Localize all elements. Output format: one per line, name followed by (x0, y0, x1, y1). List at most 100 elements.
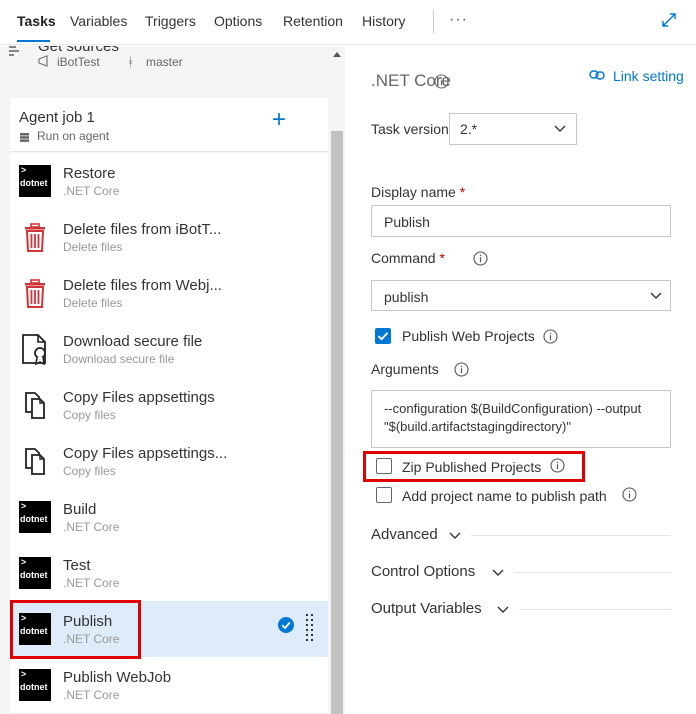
dotnet-icon: > dotnet (19, 501, 51, 533)
task-version-select[interactable]: 2.* (449, 113, 577, 145)
link-icon (589, 70, 605, 80)
scrollbar-thumb[interactable] (331, 131, 343, 714)
tab-history[interactable]: History (362, 13, 406, 29)
branch-icon: ᚼ (127, 55, 135, 69)
command-select[interactable]: publish (371, 280, 671, 311)
tab-active-indicator (17, 40, 50, 42)
copy-files-icon (25, 392, 45, 419)
publish-web-projects-checkbox[interactable] (375, 328, 391, 344)
check-circle-icon (278, 617, 294, 633)
required-marker: * (459, 184, 466, 200)
display-name-label-text: Display name (371, 184, 456, 200)
copy-files-icon (25, 448, 45, 475)
section-divider (519, 609, 671, 610)
dotnet-icon: > dotnet (19, 165, 51, 197)
required-marker: * (439, 250, 445, 266)
display-name-input[interactable]: Publish (371, 205, 671, 237)
display-name-value: Publish (384, 214, 430, 230)
info-icon[interactable] (543, 329, 558, 344)
info-icon[interactable] (434, 74, 449, 89)
dotnet-text: dotnet (20, 682, 48, 692)
dotnet-text: dotnet (20, 178, 48, 188)
section-output-variables[interactable]: Output Variables (371, 600, 482, 617)
command-label-text: Command (371, 250, 436, 266)
chevron-down-icon (554, 125, 566, 132)
repo-icon (38, 55, 48, 67)
more-options-icon[interactable]: ··· (449, 11, 468, 29)
section-advanced[interactable]: Advanced (371, 526, 438, 543)
link-settings-link[interactable]: Link setting (613, 68, 684, 84)
section-control-options[interactable]: Control Options (371, 563, 475, 580)
tab-options[interactable]: Options (214, 13, 262, 29)
task-pane: Get sources iBotTest ᚼ master Agent job … (0, 46, 345, 714)
dotnet-chevron: > (21, 669, 27, 679)
task-subtitle: .NET Core (63, 576, 120, 590)
publish-web-projects-label: Publish Web Projects (402, 328, 535, 344)
command-label: Command * (371, 250, 445, 266)
task-title: Publish WebJob (63, 669, 172, 686)
arguments-value: --configuration $(BuildConfiguration) --… (384, 401, 642, 434)
task-item-delete-ibot[interactable]: Delete files from iBotT... Delete files (10, 209, 328, 265)
get-sources-branch: master (146, 55, 183, 69)
chevron-down-icon (650, 292, 662, 299)
task-subtitle: .NET Core (63, 688, 120, 702)
task-item-copy-files-1[interactable]: Copy Files appsettings Copy files (10, 377, 328, 433)
tab-retention[interactable]: Retention (283, 13, 343, 29)
task-subtitle: Delete files (63, 240, 123, 254)
secure-file-icon (22, 334, 46, 365)
expand-icon[interactable] (661, 12, 677, 28)
task-subtitle: .NET Core (63, 520, 120, 534)
dotnet-chevron: > (21, 501, 27, 511)
task-item-build[interactable]: > dotnet Build .NET Core (10, 489, 328, 545)
nav-divider (433, 10, 434, 34)
dotnet-chevron: > (21, 557, 27, 567)
command-value: publish (384, 289, 429, 305)
agent-job[interactable]: Agent job 1 Run on agent + (10, 98, 328, 152)
tab-triggers[interactable]: Triggers (145, 13, 196, 29)
get-sources-item[interactable]: Get sources iBotTest ᚼ master (0, 46, 330, 96)
dotnet-icon: > dotnet (19, 669, 51, 701)
dotnet-chevron: > (21, 165, 27, 175)
drag-handle-icon[interactable] (306, 613, 314, 643)
dotnet-text: dotnet (20, 514, 48, 524)
task-item-restore[interactable]: > dotnet Restore .NET Core (10, 153, 328, 209)
scroll-up-arrow[interactable] (333, 52, 341, 57)
publish-task-highlight (10, 600, 141, 659)
agent-job-subtitle: Run on agent (37, 129, 110, 143)
tab-variables[interactable]: Variables (70, 13, 127, 29)
task-title: Test (63, 557, 91, 574)
arguments-textarea[interactable]: --configuration $(BuildConfiguration) --… (371, 390, 671, 448)
task-item-copy-files-2[interactable]: Copy Files appsettings... Copy files (10, 433, 328, 489)
task-item-download-secure-file[interactable]: Download secure file Download secure fil… (10, 321, 328, 377)
chevron-down-icon[interactable] (497, 606, 509, 614)
get-sources-title: Get sources (38, 46, 119, 55)
task-item-test[interactable]: > dotnet Test .NET Core (10, 545, 328, 601)
task-subtitle: Copy files (63, 464, 116, 478)
task-item-publish-webjob[interactable]: > dotnet Publish WebJob .NET Core (10, 657, 328, 713)
task-title: Delete files from Webj... (63, 277, 222, 294)
add-task-button[interactable]: + (272, 108, 286, 132)
section-divider (514, 572, 671, 573)
chevron-down-icon[interactable] (492, 569, 504, 577)
task-subtitle: Delete files (63, 296, 123, 310)
task-subtitle: Copy files (63, 408, 116, 422)
get-sources-icon (9, 46, 19, 56)
dotnet-icon: > dotnet (19, 557, 51, 589)
dotnet-text: dotnet (20, 570, 48, 580)
add-project-name-checkbox[interactable] (376, 487, 392, 503)
task-version-label: Task version (371, 121, 449, 137)
info-icon[interactable] (454, 362, 469, 377)
task-subtitle: Download secure file (63, 352, 175, 366)
task-subtitle: .NET Core (63, 184, 120, 198)
task-title: Restore (63, 165, 116, 182)
top-nav: Tasks Variables Triggers Options Retenti… (0, 0, 696, 45)
info-icon[interactable] (622, 487, 637, 502)
server-icon (20, 133, 29, 142)
task-title: Copy Files appsettings... (63, 445, 228, 462)
agent-job-title: Agent job 1 (19, 109, 95, 126)
checkmark-icon (377, 332, 389, 341)
tab-tasks[interactable]: Tasks (17, 13, 56, 29)
info-icon[interactable] (473, 251, 488, 266)
chevron-down-icon[interactable] (449, 532, 461, 540)
task-item-delete-webjob[interactable]: Delete files from Webj... Delete files (10, 265, 328, 321)
